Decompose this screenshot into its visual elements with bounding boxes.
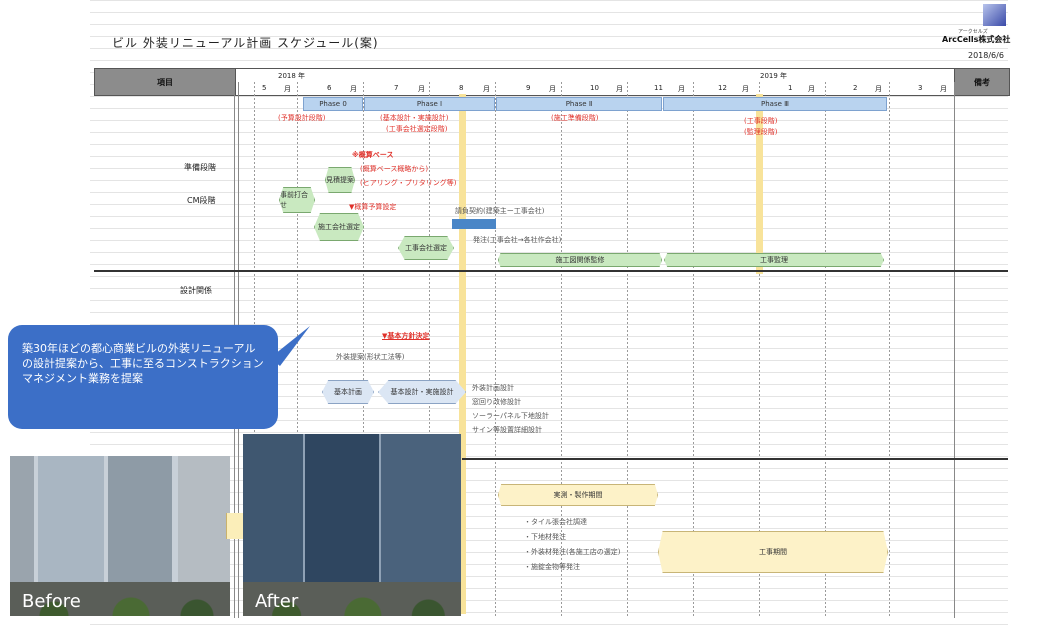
month-label: 月 — [284, 85, 291, 93]
after-photo: After — [243, 434, 461, 616]
before-photo: Before — [10, 456, 230, 616]
design-item: 外装計画設計 — [472, 384, 514, 392]
procurement-item: ・施錠金物等発注 — [524, 563, 580, 571]
design-item: 窓回り改修設計 — [472, 398, 521, 406]
task-hex: 工事会社選定 — [398, 236, 454, 260]
section-label-design: 設計関係 — [180, 286, 212, 295]
design-item: ソーラーパネル下地設計 — [472, 412, 549, 420]
before-label: Before — [22, 591, 81, 612]
policy-milestone: ▼基本方針決定 — [382, 332, 430, 340]
month-label: 月 — [616, 85, 623, 93]
procurement-item: ・外装材発注(各施工店の選定) — [524, 548, 621, 556]
survey-period-bar: 実測・製作期間 — [498, 484, 658, 506]
project-callout: 築30年ほどの都心商業ビルの外装リニューアルの設計提案から、工事に至るコンストラ… — [8, 325, 278, 429]
budget-setting-milestone: ▼概算予算設定 — [349, 203, 397, 211]
phase-note: (監理段階) — [744, 128, 778, 136]
month-label: 月 — [418, 85, 425, 93]
phase-note: (施工準備段階) — [551, 114, 599, 122]
section-label-cm: CM段階 — [187, 196, 216, 205]
section-label-prep: 準備段階 — [184, 163, 216, 172]
month-label: 5 — [262, 84, 267, 92]
phase-note: (工事会社選定段階) — [386, 125, 448, 133]
budget-note: (概算ベース概略から) — [360, 165, 429, 173]
task-hex: 事前打合せ — [279, 187, 315, 213]
month-label: 月 — [483, 85, 490, 93]
page-title: ビル 外装リニューアル計画 スケジュール(案) — [112, 36, 379, 50]
task-hex: 施工会社選定 — [314, 213, 364, 241]
month-label: 11 — [654, 84, 663, 92]
month-label: 月 — [350, 85, 357, 93]
month-label: 月 — [875, 85, 882, 93]
budget-note: (ヒアリング・プリタリング等) — [360, 179, 457, 187]
after-label: After — [255, 591, 299, 612]
task-bar: 施工図関係監修 — [498, 253, 662, 267]
phase-note: (予算設計段階) — [278, 114, 326, 122]
task-label: 発注(工事会社→各社作会社) — [473, 236, 562, 244]
company-logo-icon — [983, 4, 1006, 26]
header-item-label: 項目 — [94, 68, 236, 96]
month-label: 7 — [394, 84, 399, 92]
month-label: 12 — [718, 84, 727, 92]
month-label: 月 — [742, 85, 749, 93]
contract-bar — [452, 219, 496, 229]
month-label: 8 — [459, 84, 464, 92]
month-label: 6 — [327, 84, 332, 92]
design-item: サイン等設置詳細設計 — [472, 426, 542, 434]
task-label: 請負契約(建築主ー工事会社) — [455, 207, 545, 215]
year-label: 2018 年 — [278, 72, 306, 80]
month-label: 月 — [808, 85, 815, 93]
phase-bar: Phase Ⅲ — [663, 97, 887, 111]
phase-bar: Phase 0 — [303, 97, 363, 111]
task-hex: 見積提案 — [325, 167, 355, 193]
month-label: 9 — [526, 84, 531, 92]
logo-name: ArcCells株式会社 — [942, 35, 1011, 44]
year-label: 2019 年 — [760, 72, 788, 80]
phase-note: (工事段階) — [744, 117, 778, 125]
procurement-item: ・タイル張会社調達 — [524, 518, 587, 526]
section-divider — [94, 270, 1008, 272]
month-label: 月 — [678, 85, 685, 93]
month-label: 月 — [549, 85, 556, 93]
task-bar: 工事監理 — [664, 253, 884, 267]
month-label: 1 — [788, 84, 793, 92]
section-divider — [462, 458, 1008, 460]
header-notes-label: 備考 — [954, 68, 1010, 96]
task-hex: 基本計画 — [322, 380, 374, 404]
phase-note: (基本設計・実施設計) — [380, 114, 449, 122]
schedule-date: 2018/6/6 — [968, 51, 1004, 60]
task-hex: 基本設計・実施設計 — [378, 380, 466, 404]
month-label: 10 — [590, 84, 599, 92]
month-label: 3 — [918, 84, 923, 92]
month-label: 月 — [940, 85, 947, 93]
procurement-item: ・下地材発注 — [524, 533, 566, 541]
task-label: 外装提案(形状工法等) — [336, 353, 405, 361]
month-label: 2 — [853, 84, 858, 92]
budget-note: ※概算ベース — [352, 151, 394, 159]
phase-bar: Phase Ⅰ — [364, 97, 495, 111]
phase-bar: Phase Ⅱ — [496, 97, 662, 111]
construction-period-bar: 工事期間 — [658, 531, 888, 573]
